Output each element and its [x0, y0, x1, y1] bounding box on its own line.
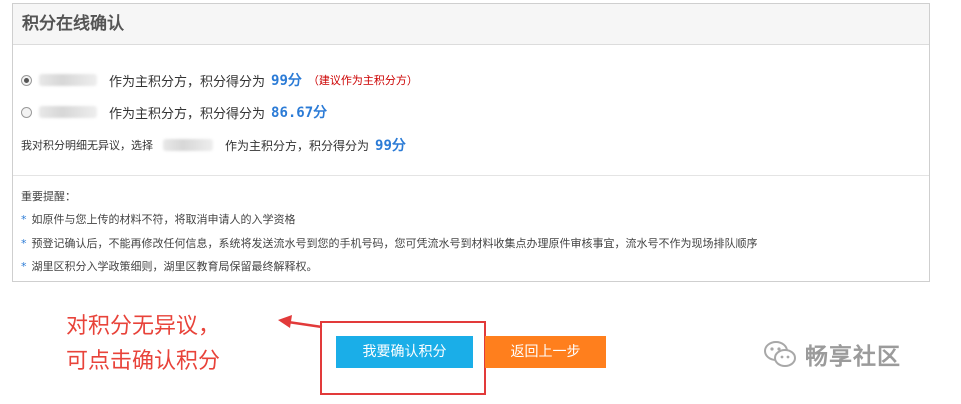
watermark: 畅享社区: [763, 337, 901, 371]
confirm-score-button[interactable]: 我要确认积分: [336, 336, 473, 368]
back-button[interactable]: 返回上一步: [485, 336, 606, 368]
notice-text: 如原件与您上传的材料不符，将取消申请人的入学资格: [31, 213, 296, 226]
confirm-middle: 作为主积分方，积分得分为: [225, 138, 370, 153]
option-row-secondary[interactable]: 作为主积分方，积分得分为 86.67分: [21, 101, 327, 123]
option-role-text: 作为主积分方，积分得分为: [109, 74, 266, 90]
notice-title: 重要提醒：: [21, 190, 76, 203]
option-row-primary[interactable]: 作为主积分方，积分得分为 99分 （建议作为主积分方）: [21, 69, 418, 91]
suggestion-note: （建议作为主积分方）: [307, 74, 418, 87]
redacted-name: [39, 74, 97, 86]
divider: [13, 175, 929, 176]
notice-text: 湖里区积分入学政策细则，湖里区教育局保留最终解释权。: [31, 260, 318, 273]
redacted-name: [163, 139, 213, 151]
notice-item: * 如原件与您上传的材料不符，将取消申请人的入学资格: [21, 211, 296, 227]
score-confirm-panel: 积分在线确认 作为主积分方，积分得分为 99分 （建议作为主积分方） 作为主积分…: [12, 3, 930, 282]
confirm-statement: 我对积分明细无异议，选择 作为主积分方，积分得分为 99分: [21, 134, 406, 156]
notice-item: * 湖里区积分入学政策细则，湖里区教育局保留最终解释权。: [21, 258, 318, 274]
watermark-text: 畅享社区: [805, 344, 901, 370]
wechat-icon: [764, 341, 796, 367]
panel-title: 积分在线确认: [13, 4, 929, 45]
radio-option-1[interactable]: [21, 74, 32, 86]
notice-item: * 预登记确认后，不能再修改任何信息，系统将发送流水号到您的手机号码，您可凭流水号…: [21, 235, 758, 251]
option-role-text: 作为主积分方，积分得分为: [109, 106, 266, 122]
redacted-name: [39, 106, 97, 118]
confirm-prefix: 我对积分明细无异议，选择: [21, 139, 153, 152]
notice-text: 预登记确认后，不能再修改任何信息，系统将发送流水号到您的手机号码，您可凭流水号到…: [31, 237, 758, 250]
option-score: 99分: [271, 73, 302, 89]
annotation-line-2: 可点击确认积分: [66, 349, 221, 374]
bullet: *: [21, 260, 27, 273]
annotation-line-1: 对积分无异议，: [66, 314, 221, 339]
bullet: *: [21, 213, 27, 226]
radio-option-2[interactable]: [21, 106, 32, 118]
arrow-left-icon: [278, 315, 323, 329]
confirm-score: 99分: [375, 138, 406, 154]
option-score: 86.67分: [271, 105, 328, 121]
bullet: *: [21, 237, 27, 250]
